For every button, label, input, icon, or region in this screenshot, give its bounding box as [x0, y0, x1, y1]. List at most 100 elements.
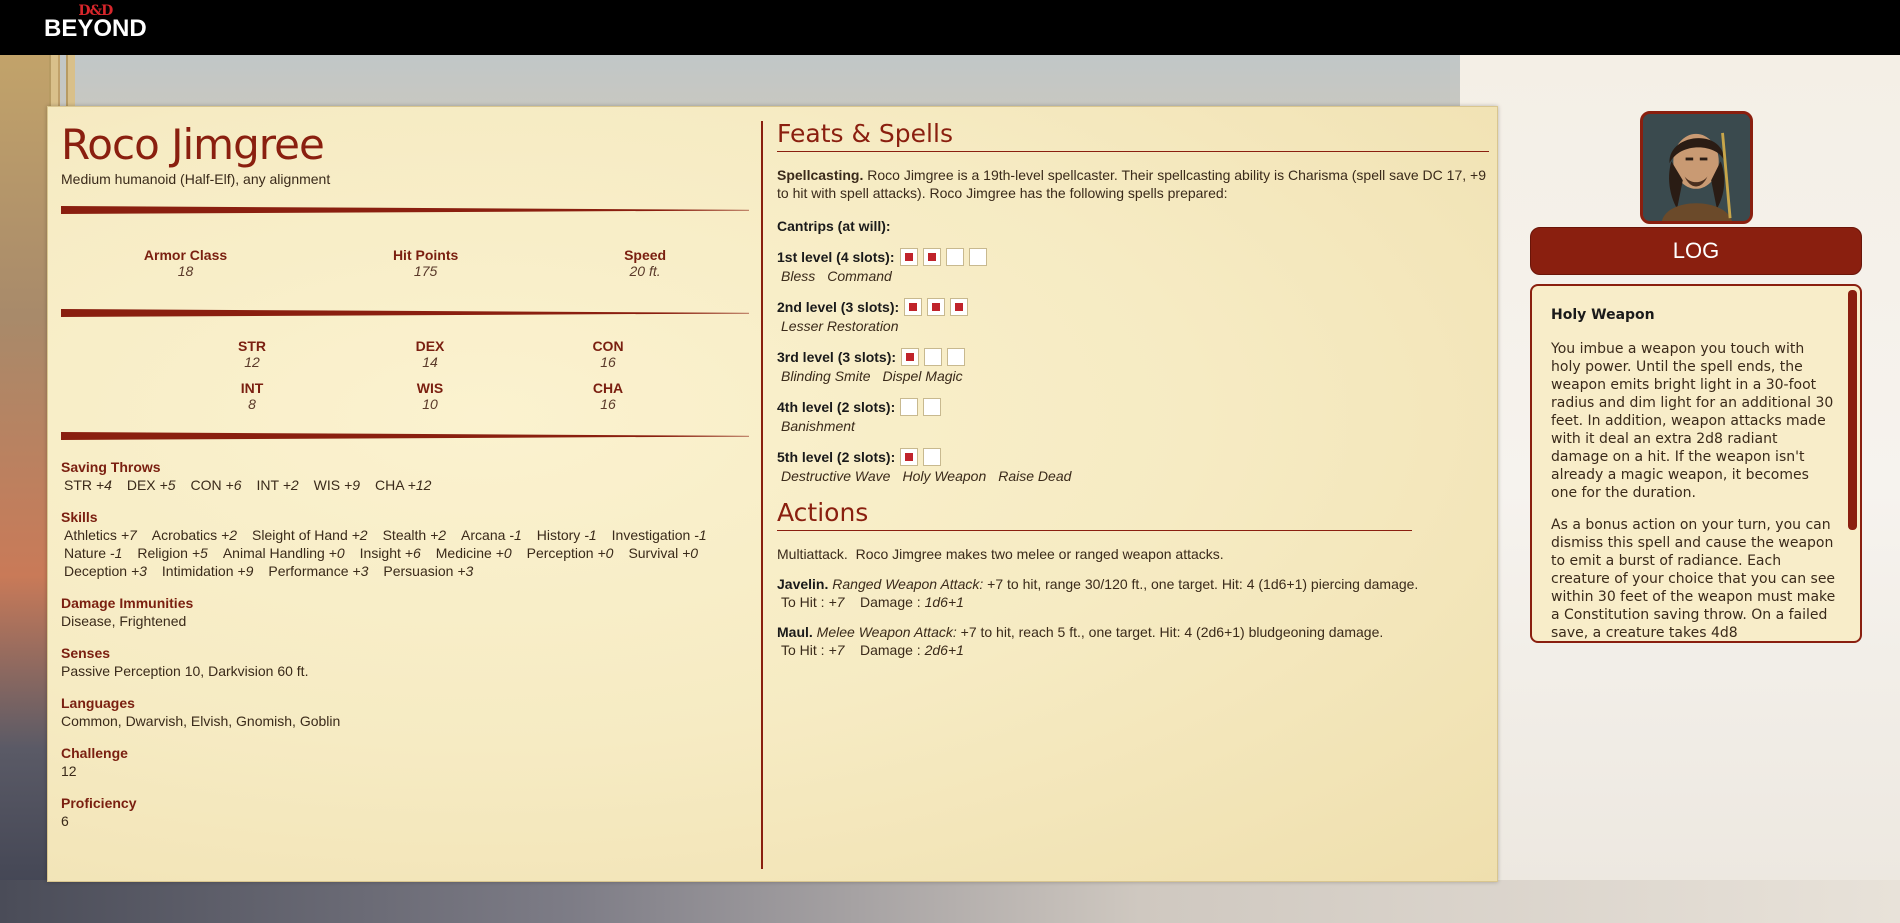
skill-item: Stealth +2: [383, 526, 446, 544]
to-hit-button[interactable]: +7: [828, 642, 844, 658]
dnd-beyond-logo[interactable]: D&D BEYOND: [44, 4, 147, 41]
spell-slot-used-checkbox[interactable]: [922, 248, 941, 266]
saving-throw-item: DEX +5: [127, 476, 176, 494]
log-button[interactable]: LOG: [1530, 227, 1862, 275]
log-panel[interactable]: Holy Weapon You imbue a weapon you touch…: [1530, 284, 1862, 643]
skill-name: Intimidation: [161, 563, 234, 579]
skill-item: Performance +3: [268, 562, 368, 580]
proficiency-value: 6: [61, 813, 69, 829]
log-entry: Holy Weapon You imbue a weapon you touch…: [1551, 306, 1836, 641]
spell-slot-checkbox[interactable]: [923, 448, 942, 466]
spell-slot-checkbox[interactable]: [947, 348, 966, 366]
ability-label: DEX: [415, 338, 445, 354]
skill-name: Acrobatics: [151, 527, 218, 543]
ability-label: CON: [592, 338, 624, 354]
spell-slot-used-checkbox[interactable]: [900, 448, 919, 466]
log-scrollbar[interactable]: [1848, 290, 1857, 530]
log-entry-paragraph: As a bonus action on your turn, you can …: [1551, 517, 1836, 641]
spell-list: Destructive Wave Holy Weapon Raise Dead: [781, 468, 1489, 484]
spell-level-label: 4th level (2 slots):: [777, 399, 896, 415]
log-entry-paragraph: You imbue a weapon you touch with holy p…: [1551, 341, 1834, 501]
saving-throw-mod: +4: [95, 477, 112, 493]
spell-slot-checkbox[interactable]: [924, 348, 943, 366]
spell-level-row: 1st level (4 slots):: [777, 248, 1489, 266]
spell-level-row: 3rd level (3 slots):: [777, 348, 1489, 366]
spell-slot-used-checkbox[interactable]: [901, 348, 920, 366]
attack-rolls: To Hit : +7 Damage : 1d6+1: [781, 593, 1489, 611]
spellcasting-label: Spellcasting.: [777, 167, 864, 183]
spellcasting-desc: Roco Jimgree is a 19th-level spellcaster…: [777, 167, 1486, 201]
saving-throw-mod: +12: [407, 477, 432, 493]
spell-link[interactable]: Bless: [781, 268, 815, 284]
skill-mod: +2: [221, 527, 237, 543]
spell-slot-used-checkbox[interactable]: [904, 298, 923, 316]
skill-name: Religion: [137, 545, 188, 561]
portrait-image: [1643, 114, 1750, 221]
stat-column: Roco Jimgree Medium humanoid (Half-Elf),…: [61, 119, 749, 830]
attack-name[interactable]: Javelin.: [777, 576, 828, 592]
damage-immunities-label: Damage Immunities: [61, 595, 194, 611]
skill-item: Arcana -1: [461, 526, 522, 544]
spell-level-label: 1st level (4 slots):: [777, 249, 895, 265]
spell-link[interactable]: Dispel Magic: [883, 368, 963, 384]
damage-immunities-value: Disease, Frightened: [61, 613, 187, 629]
multiattack: Multiattack. Roco Jimgree makes two mele…: [777, 545, 1489, 563]
ability-value: 8: [248, 396, 256, 412]
saving-throw-item: CON +6: [191, 476, 242, 494]
creature-meta: Medium humanoid (Half-Elf), any alignmen…: [61, 171, 331, 187]
spell-slot-used-checkbox[interactable]: [927, 298, 946, 316]
skill-name: Insight: [359, 545, 401, 561]
saving-throw-item: STR +4: [64, 476, 112, 494]
ability-con: CON 16: [519, 338, 697, 370]
spell-level-label: 2nd level (3 slots):: [777, 299, 900, 315]
skill-name: History: [536, 527, 581, 543]
skill-mod: +0: [328, 545, 345, 561]
spell-link[interactable]: Raise Dead: [998, 468, 1071, 484]
spell-link[interactable]: Destructive Wave: [781, 468, 890, 484]
attack-name[interactable]: Maul.: [777, 624, 813, 640]
spell-link[interactable]: Blinding Smite: [781, 368, 871, 384]
skill-name: Nature: [64, 545, 107, 561]
spell-list: Bless Command: [781, 268, 1489, 284]
skill-mod: -1: [109, 545, 123, 561]
saving-throw-name: WIS: [313, 477, 341, 493]
character-portrait[interactable]: [1640, 111, 1753, 224]
spell-slot-checkbox[interactable]: [923, 398, 942, 416]
skills-label: Skills: [61, 509, 98, 525]
spell-level-row: 4th level (2 slots):: [777, 398, 1489, 416]
senses-label: Senses: [61, 645, 111, 661]
damage-button[interactable]: 2d6+1: [925, 642, 964, 658]
spell-link[interactable]: Command: [827, 268, 892, 284]
ability-value: 10: [422, 396, 438, 412]
pillar-decoration: [66, 55, 75, 107]
log-button-label: LOG: [1672, 238, 1720, 263]
spell-link[interactable]: Holy Weapon: [902, 468, 986, 484]
skill-mod: -1: [694, 527, 707, 543]
spell-slot-used-checkbox[interactable]: [899, 248, 918, 266]
languages-label: Languages: [61, 695, 135, 711]
saving-throw-name: INT: [256, 477, 279, 493]
feats-rule: [777, 151, 1489, 152]
to-hit-button[interactable]: +7: [828, 594, 844, 610]
damage-button[interactable]: 1d6+1: [925, 594, 964, 610]
skill-name: Deception: [64, 563, 128, 579]
speed-label: Speed: [624, 247, 667, 263]
attack-rolls: To Hit : +7 Damage : 2d6+1: [781, 641, 1489, 659]
skill-item: Religion +5: [137, 544, 207, 562]
languages-value: Common, Dwarvish, Elvish, Gnomish, Gobli…: [61, 713, 341, 729]
spell-slot-checkbox[interactable]: [900, 398, 919, 416]
skill-name: Arcana: [461, 527, 506, 543]
spell-slot-used-checkbox[interactable]: [950, 298, 969, 316]
skill-mod: +3: [457, 563, 474, 579]
spell-slot-checkbox[interactable]: [945, 248, 964, 266]
spell-link[interactable]: Lesser Restoration: [781, 318, 899, 334]
skill-mod: +0: [682, 545, 699, 561]
attack-desc: +7 to hit, reach 5 ft., one target. Hit:…: [960, 624, 1384, 640]
armor-class-value: 18: [177, 263, 194, 279]
skill-item: Acrobatics +2: [152, 526, 237, 544]
spell-link[interactable]: Banishment: [781, 418, 855, 434]
spell-level-row: 5th level (2 slots):: [777, 448, 1489, 466]
spell-slot-checkbox[interactable]: [968, 248, 987, 266]
top-bar: D&D BEYOND: [0, 0, 1900, 55]
challenge-value: 12: [61, 763, 77, 779]
